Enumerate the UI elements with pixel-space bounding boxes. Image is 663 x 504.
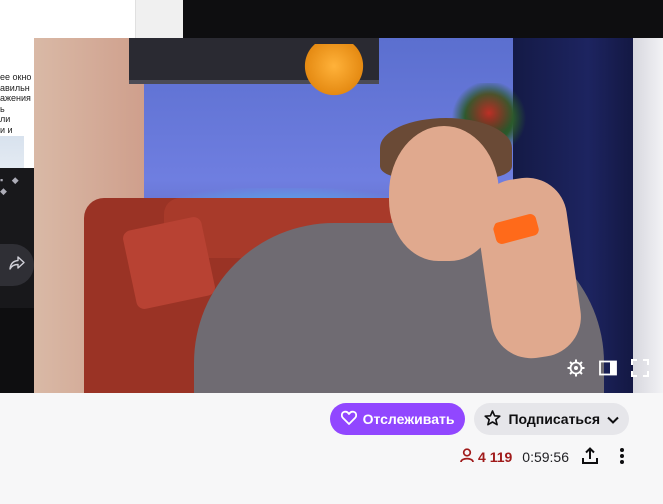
doc-line: и и (0, 124, 13, 135)
video-cushion (121, 215, 217, 311)
share-icon (8, 255, 26, 276)
background-window-strip (135, 0, 184, 38)
chevron-down-icon (607, 411, 619, 427)
background-document: ее окно авильн ажения ь ли и и (0, 38, 34, 168)
upload-share-icon (581, 446, 599, 468)
viewer-count-value: 4 119 (478, 449, 513, 465)
doc-line: авильн (0, 82, 30, 93)
doc-line: ли (0, 114, 11, 124)
doc-line: ажения (0, 93, 31, 103)
more-vertical-icon (619, 447, 625, 468)
video-curtain-white (633, 38, 663, 393)
background-window-top (0, 0, 184, 38)
background-doc-image (0, 136, 24, 168)
top-dark-bar (183, 0, 663, 38)
gear-icon (567, 359, 585, 382)
stream-stats: 4 119 0:59:56 (460, 446, 633, 468)
viewer-count: 4 119 (460, 448, 512, 466)
subscribe-label: Подписаться (508, 411, 600, 427)
settings-button[interactable] (567, 359, 585, 382)
star-icon (484, 409, 502, 429)
video-player[interactable] (34, 38, 663, 393)
heart-icon (340, 410, 357, 428)
video-person-head (389, 126, 499, 261)
follow-label: Отслеживать (362, 411, 455, 427)
person-icon (460, 448, 474, 466)
background-lower-panel (0, 308, 34, 393)
theatre-mode-button[interactable] (599, 360, 617, 381)
doc-line: ь (0, 103, 5, 114)
background-doc-text: ее окно авильн ажения ь ли и и (0, 72, 34, 135)
video-controls (567, 358, 649, 382)
subscribe-button[interactable]: Подписаться (474, 403, 629, 435)
background-dark-panel: ▪ ◆ ◆ (0, 168, 34, 308)
share-button[interactable] (579, 446, 601, 468)
video-toy (299, 44, 369, 99)
more-options-button[interactable] (611, 446, 633, 468)
fullscreen-icon (631, 358, 649, 382)
stream-uptime: 0:59:56 (522, 449, 569, 465)
background-share-button[interactable] (0, 244, 34, 286)
channel-actions: Отслеживать Подписаться (329, 403, 629, 435)
background-mini-icons: ▪ ◆ ◆ (0, 175, 22, 196)
follow-button[interactable]: Отслеживать (329, 403, 466, 435)
theatre-mode-icon (599, 360, 617, 381)
fullscreen-button[interactable] (631, 358, 649, 382)
doc-line: ее окно (0, 72, 32, 82)
